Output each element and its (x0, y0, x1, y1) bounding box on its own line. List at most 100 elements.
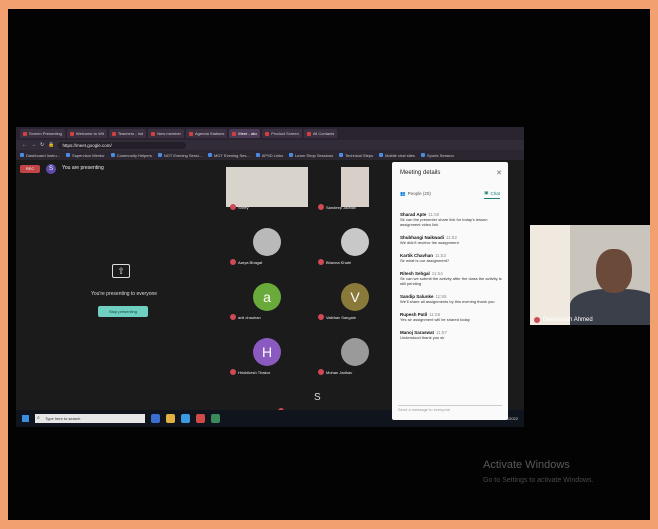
bookmark-favicon-icon (20, 153, 24, 157)
app-icon[interactable] (211, 414, 220, 423)
participant-tile[interactable]: Mohan Jadhav (314, 327, 396, 377)
bookmark-item[interactable]: Learn Shop Sessions (289, 153, 333, 158)
message-text: Yes sir assignment will be shared today (400, 317, 470, 322)
chrome-icon[interactable] (196, 414, 205, 423)
bookmark-favicon-icon (110, 153, 115, 157)
browser-tab[interactable]: All Contacts (303, 129, 338, 138)
message-text: We'll share all assignments by this even… (400, 299, 495, 304)
windows-start-icon[interactable] (22, 415, 29, 422)
browser-tabbar: Screen Presenting Welcome to Wit Teacher… (16, 127, 524, 140)
taskbar-search-input[interactable]: ⌕ Type here to search (35, 414, 145, 423)
bookmark-item[interactable]: Technical Steps (339, 153, 373, 158)
participant-tile[interactable]: Sandeep Jadhav (314, 162, 396, 212)
task-view-icon[interactable] (151, 414, 160, 423)
tab-favicon-icon (111, 131, 116, 136)
presenting-label: You are presenting (62, 165, 104, 171)
participant-tile[interactable]: Aarya Bhagat (226, 217, 308, 267)
chat-message: Shubhangi Naikwadi 11:52 We didn't receiv… (400, 235, 504, 245)
message-text: Sir can we submit the activity after the… (400, 276, 502, 286)
chat-message-input[interactable]: Send a message to everyone (398, 405, 502, 414)
meeting-details-panel: Meeting details ✕ 👥 People (20) ▣ Chat Sha… (392, 162, 508, 420)
participant-name: Bhavna Khatri (326, 259, 352, 265)
participant-name-tag: Mohan Jadhav (318, 369, 352, 375)
tab-label: Screen Presenting (29, 131, 62, 136)
bookmark-favicon-icon (255, 153, 260, 157)
participant-name: anil chauhan (238, 314, 261, 320)
participant-tile[interactable]: H Hrishikesh Thakur (226, 327, 308, 377)
people-icon: 👥 (400, 190, 406, 196)
bookmark-item[interactable]: Sports Session (420, 153, 454, 158)
reload-icon[interactable]: ↻ (40, 142, 44, 148)
webcam-background (530, 225, 570, 325)
bookmark-favicon-icon (420, 153, 425, 157)
participant-name: Vaibhav Sangale (326, 314, 356, 320)
participant-name: Aarya Bhagat (238, 259, 263, 265)
webcam-feed: Deenanath Ahmed (530, 225, 650, 325)
tab-label: Meet - abc (238, 131, 258, 136)
panel-title: Meeting details (400, 170, 441, 176)
activate-windows-title: Activate Windows (483, 459, 570, 471)
bookmark-label: APSD Links (261, 152, 284, 158)
participant-tile[interactable]: Shrey (226, 162, 308, 212)
participant-name-tag: Sandeep Jadhav (318, 204, 356, 210)
tab-label: Product Screen (271, 131, 299, 136)
tab-chat[interactable]: ▣ Chat (484, 190, 500, 199)
tab-favicon-icon (151, 131, 156, 136)
bookmark-label: Dashboard Instru... (26, 152, 61, 158)
participant-tile[interactable]: V Vaibhav Sangale (314, 272, 396, 322)
stop-presenting-button[interactable]: Stop presenting (98, 306, 148, 317)
participant-avatar: V (341, 283, 369, 311)
forward-icon[interactable]: → (31, 142, 36, 148)
participant-tile[interactable]: Bhavna Khatri (314, 217, 396, 267)
photo-frame: Screen Presenting Welcome to Wit Teacher… (8, 9, 650, 520)
message-text: Sir what is our assignment? (400, 258, 450, 263)
bookmark-item[interactable]: NOT Evening Sessi... (157, 153, 202, 158)
browser-tab-active[interactable]: Meet - abc (229, 129, 261, 138)
participant-photo (253, 228, 281, 256)
browser-tab[interactable]: Agenda Stations (186, 129, 228, 138)
bookmark-favicon-icon (339, 153, 344, 157)
browser-tab[interactable]: Teachers - Ind (108, 129, 147, 138)
mic-muted-icon (230, 369, 236, 375)
message-text: Understood thank you sir (400, 335, 445, 340)
bookmark-item[interactable]: MGT Evening Ses... (208, 153, 250, 158)
participant-tile[interactable]: a anil chauhan (226, 272, 308, 322)
browser-tab[interactable]: Product Screen (262, 129, 302, 138)
participant-video (341, 167, 369, 207)
tab-label: People (20) (407, 191, 431, 196)
browser-tab[interactable]: New member (148, 129, 185, 138)
address-bar: ← → ↻ 🔒 https://meet.google.com/ (16, 140, 524, 150)
store-icon[interactable] (181, 414, 190, 423)
tab-favicon-icon (189, 131, 194, 136)
participant-name-tag: Bhavna Khatri (318, 259, 351, 265)
close-icon[interactable]: ✕ (496, 169, 502, 177)
mic-muted-icon (230, 204, 236, 210)
browser-tab[interactable]: Screen Presenting (20, 129, 65, 138)
bookmark-item[interactable]: Community Helpers (110, 152, 152, 158)
url-field[interactable]: https://meet.google.com/ (58, 141, 187, 149)
mic-muted-icon (230, 259, 236, 265)
participant-name-tag: anil chauhan (230, 314, 261, 320)
chat-message: Rupesh Patil 11:56 Yes sir assignment wil… (400, 312, 504, 322)
browser-tab[interactable]: Welcome to Wit (66, 129, 107, 138)
chat-icon: ▣ (484, 190, 489, 195)
bookmark-label: Learn Shop Sessions (295, 152, 334, 158)
participant-name-tag: Hrishikesh Thakur (230, 369, 270, 375)
bookmarks-bar: Dashboard Instru... Supervisor Mentor Co… (16, 150, 524, 160)
bookmark-item[interactable]: Dashboard Instru... (20, 153, 60, 158)
file-explorer-icon[interactable] (166, 414, 175, 423)
bookmark-item[interactable]: Mobile chat sites (379, 153, 415, 158)
bookmark-item[interactable]: APSD Links (255, 152, 284, 158)
back-icon[interactable]: ← (22, 142, 27, 148)
tab-label: Welcome to Wit (75, 131, 104, 136)
tab-people[interactable]: 👥 People (20) (400, 190, 431, 199)
chat-message: Kartik Chavhan 11:53 Sir what is our assi… (400, 253, 504, 263)
bookmark-label: Community Helpers (116, 152, 152, 158)
participant-name: Hrishikesh Thakur (238, 369, 271, 375)
chat-message: Sharad Apte 11:50 Sir can the presenter s… (400, 212, 504, 227)
mic-muted-icon (318, 204, 324, 210)
bookmark-favicon-icon (289, 153, 294, 157)
chat-message: Manoj Saraswat 11:57 Understood thank you… (400, 330, 504, 340)
bookmark-label: MGT Evening Ses... (214, 152, 250, 158)
bookmark-item[interactable]: Supervisor Mentor (66, 153, 105, 158)
